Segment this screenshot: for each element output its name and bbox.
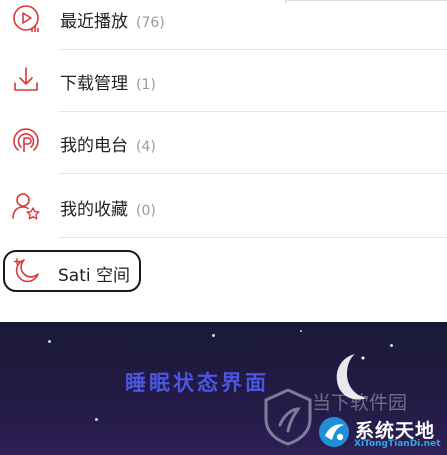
menu-item-label: 下载管理 (1) bbox=[60, 69, 156, 94]
watermark-logo-icon bbox=[264, 388, 312, 446]
sati-moon-icon bbox=[13, 258, 39, 283]
menu-item-label: 我的电台 (4) bbox=[60, 131, 156, 156]
star bbox=[300, 330, 302, 332]
sati-space-label[interactable]: Sati 空间 bbox=[58, 261, 130, 286]
download-count: (1) bbox=[136, 77, 156, 93]
download-label: 下载管理 bbox=[60, 74, 128, 94]
favorites-count: (0) bbox=[136, 203, 156, 219]
menu-item-recent-play[interactable]: 最近播放 (76) bbox=[0, 0, 447, 50]
row-divider bbox=[58, 237, 447, 238]
recent-play-count: (76) bbox=[136, 15, 165, 31]
menu-item-my-favorites[interactable]: 我的收藏 (0) bbox=[0, 176, 447, 238]
watermark-text-3: XiTongTianDi.net bbox=[354, 439, 441, 449]
menu-list: 最近播放 (76) 下载管理 (1) 我的电台 (4) 我的收藏 (0) Sat… bbox=[0, 0, 447, 322]
sleep-title: 睡眠状态界面 bbox=[125, 370, 269, 395]
menu-item-label: 最近播放 (76) bbox=[60, 7, 165, 32]
recent-play-icon bbox=[13, 5, 39, 32]
radio-count: (4) bbox=[136, 139, 156, 155]
star bbox=[48, 340, 51, 343]
menu-item-my-radio[interactable]: 我的电台 (4) bbox=[0, 112, 447, 174]
star bbox=[95, 418, 98, 421]
radio-icon bbox=[13, 128, 39, 152]
watermark-text-1: 当下软件园 bbox=[312, 392, 408, 414]
favorites-icon bbox=[12, 193, 40, 220]
row-divider bbox=[58, 173, 447, 174]
radio-label: 我的电台 bbox=[60, 136, 128, 156]
favorites-label: 我的收藏 bbox=[60, 200, 128, 220]
sleep-panel: 睡眠状态界面 当下软件园 系统天地 XiTongTianDi.net bbox=[0, 322, 447, 455]
menu-item-label: 我的收藏 (0) bbox=[60, 195, 156, 220]
recent-play-label: 最近播放 bbox=[60, 12, 128, 32]
watermark-badge-icon bbox=[319, 417, 349, 447]
menu-item-download-manager[interactable]: 下载管理 (1) bbox=[0, 50, 447, 112]
star bbox=[390, 344, 393, 347]
star bbox=[212, 334, 215, 337]
download-icon bbox=[14, 67, 38, 91]
